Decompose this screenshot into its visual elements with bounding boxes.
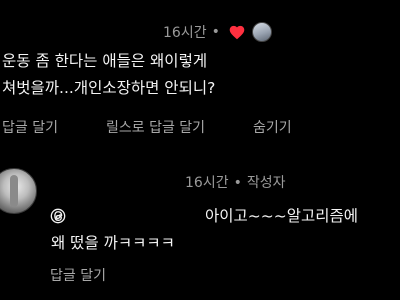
hide-button[interactable]: 숨기기 [253, 117, 292, 137]
heart-icon[interactable] [228, 24, 246, 40]
comment-2-line: 왜 떴을 까ㅋㅋㅋㅋ [51, 234, 175, 252]
separator-dot: • [233, 175, 242, 191]
comment-1-line: 쳐벗을까...개인소장하면 안되니? [2, 79, 216, 97]
comment-1-body: 운동 좀 한다는 애들은 왜이렇게 쳐벗을까...개인소장하면 안되니? [2, 48, 215, 102]
avatar-figure [10, 175, 18, 207]
comment-2-time: 16시간 [185, 175, 229, 191]
separator-dot: • [211, 24, 220, 40]
comment-1-actions: 답글 달기 릴스로 답글 달기 숨기기 [2, 117, 292, 137]
threads-icon[interactable] [50, 208, 66, 224]
comment-1-meta: 16시간 • [163, 22, 272, 42]
author-avatar[interactable] [0, 168, 37, 214]
comment-2-line: 아이고~~~알고리즘에 [205, 207, 359, 225]
comment-2-meta: 16시간 • 작성자 [185, 172, 285, 192]
liked-by-author-avatar [251, 22, 272, 42]
comment-2-actions: 답글 달기 [50, 265, 106, 285]
comment-1-line: 운동 좀 한다는 애들은 왜이렇게 [2, 52, 208, 70]
reply-with-reel-button[interactable]: 릴스로 답글 달기 [106, 117, 205, 137]
comment-1-time: 16시간 [163, 25, 207, 41]
reply-button[interactable]: 답글 달기 [2, 117, 58, 137]
comment-thread: 16시간 • 운동 좀 한다는 애들은 왜이렇게 쳐벗을까...개인소장하면 안… [0, 0, 400, 300]
reply-button[interactable]: 답글 달기 [50, 265, 106, 285]
author-badge: 작성자 [246, 175, 286, 191]
